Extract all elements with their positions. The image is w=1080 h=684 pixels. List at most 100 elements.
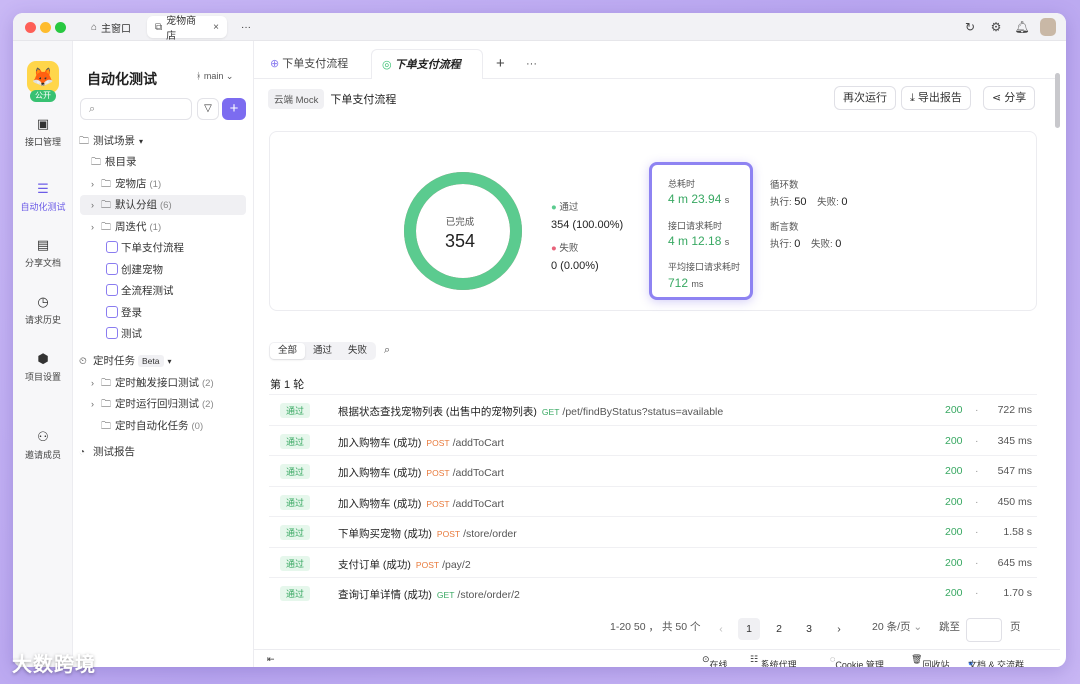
tree-task[interactable]: › 🗀 定时触发接口测试 (2)	[91, 373, 259, 393]
tree-folder[interactable]: › 🗀 默认分组 (6)	[80, 195, 246, 215]
window-tab-home[interactable]: ⌂ 主窗口	[83, 16, 139, 38]
request-path: /pay/2	[442, 558, 471, 571]
method-tag: GET	[541, 407, 560, 417]
status-badge: 通过	[280, 403, 311, 418]
tab-scenario[interactable]: ⊕ 下单支付流程	[260, 49, 358, 79]
beta-badge: Beta	[138, 355, 164, 367]
env-badge[interactable]: 云端 Mock	[268, 89, 325, 109]
search-input[interactable]: ⌕	[80, 98, 192, 120]
caret-down-icon: ▾	[139, 137, 144, 146]
close-window-button[interactable]	[25, 22, 36, 33]
folder-icon: 🗀	[101, 421, 111, 432]
filter-pass[interactable]: 通过	[305, 343, 340, 359]
filter-button[interactable]: ▽	[197, 98, 219, 120]
per-page-select[interactable]: 20 条/页 ⌄	[872, 619, 922, 634]
maximize-window-button[interactable]	[55, 22, 66, 33]
project-logo-icon[interactable]: 🦊	[27, 61, 59, 93]
settings-icon: ⬢	[37, 351, 49, 366]
tree-scenario[interactable]: 登录	[106, 303, 274, 323]
page-button[interactable]: 3	[798, 618, 820, 640]
scenario-icon	[106, 306, 118, 319]
tree-section-schedules[interactable]: ⏲︎ 定时任务 Beta ▾	[79, 351, 247, 371]
request-path: /addToCart	[452, 497, 504, 510]
result-row[interactable]: 通过 加入购物车 (成功) POST/addToCart 200 · 345 ms	[269, 424, 1037, 455]
fail-legend: ● 失败 0 (0.00%)	[551, 243, 599, 272]
tree-scenario[interactable]: 测试	[106, 324, 274, 344]
add-button[interactable]: +	[222, 98, 246, 120]
nav-history[interactable]: ◷ 请求历史	[13, 294, 73, 326]
collapse-sidebar-icon[interactable]: ⇤	[267, 654, 275, 665]
new-tab-button[interactable]: +	[486, 49, 515, 79]
nav-api-management[interactable]: ▣ 接口管理	[13, 116, 73, 148]
tree-scenario[interactable]: 下单支付流程	[106, 238, 274, 258]
online-status[interactable]: ⊙ 在线	[702, 654, 728, 667]
prev-page-button[interactable]: ‹	[710, 618, 732, 640]
method-tag: POST	[426, 498, 450, 509]
folder-icon: 🗀	[101, 399, 111, 410]
share-button[interactable]: ⋖ 分享	[983, 86, 1036, 110]
folder-icon: 🗀	[79, 136, 89, 147]
search-icon[interactable]: ⌕	[384, 344, 390, 357]
branch-icon: ᚼ	[196, 71, 204, 81]
result-row[interactable]: 通过 查询订单详情 (成功) GET/store/order/2 200 · 1.70 s	[269, 577, 1037, 607]
request-name: 查询订单详情 (成功) GET/store/order/2	[338, 589, 520, 601]
proxy-select[interactable]: ☷ 系统代理 ⌄	[750, 654, 797, 667]
avatar[interactable]	[1040, 18, 1056, 36]
result-filter: 全部 通过 失败	[269, 342, 377, 360]
branch-selector[interactable]: ᚼ main ⌄	[196, 71, 233, 82]
tree-folder[interactable]: › 🗀 宠物店 (1)	[91, 174, 259, 194]
tab-report-active[interactable]: ◎ 下单支付流程	[371, 49, 483, 79]
rerun-button[interactable]: 再次运行	[834, 86, 896, 110]
result-row[interactable]: 通过 根据状态查找宠物列表 (出售中的宠物列表) GET/pet/findBySta…	[269, 394, 1037, 424]
tree-task[interactable]: › 🗀 定时运行回归测试 (2)	[91, 394, 259, 414]
page-button[interactable]: 2	[768, 618, 790, 640]
tree-folder[interactable]: › 🗀 周迭代 (1)	[91, 217, 259, 237]
tree-root[interactable]: 🗀 根目录	[91, 152, 259, 172]
clock-icon: ◷	[37, 294, 49, 309]
result-row[interactable]: 通过 加入购物车 (成功) POST/addToCart 200 · 547 ms	[269, 455, 1037, 485]
report-icon: ◎	[382, 59, 392, 71]
response-time: 345 ms	[997, 434, 1032, 447]
done-value: 354	[444, 231, 476, 251]
home-icon: ⌂	[91, 21, 98, 33]
separator-dot: ·	[975, 495, 979, 508]
nav-share-docs[interactable]: ▤ 分享文档	[13, 237, 73, 269]
tree-section-reports[interactable]: ◔ 测试报告	[79, 442, 247, 462]
scrollbar[interactable]	[1055, 73, 1060, 128]
result-row[interactable]: 通过 下单购买宠物 (成功) POST/store/order 200 · 1.58 s	[269, 516, 1037, 546]
request-name: 支付订单 (成功) POST/pay/2	[338, 558, 471, 571]
alarm-icon: ⏲︎	[79, 356, 87, 367]
avg-time-value: 712 ms	[668, 276, 704, 290]
cookie-manager[interactable]: ◌ Cookie 管理	[830, 654, 884, 667]
trash-button[interactable]: 🗑︎ 回收站	[911, 654, 949, 667]
next-page-button[interactable]: ›	[828, 618, 850, 640]
nav-invite[interactable]: ⚇ 邀请成员	[13, 429, 73, 461]
jump-page-input[interactable]	[966, 618, 1002, 642]
round-label: 第 1 轮	[270, 379, 305, 391]
refresh-icon[interactable]: ↻	[962, 20, 978, 34]
window-tab-petstore[interactable]: ⧉ 宠物商店 ×	[147, 16, 227, 42]
export-report-button[interactable]: ⤓ 导出报告	[901, 86, 971, 110]
tree-scenario[interactable]: 创建宠物	[106, 260, 274, 280]
status-badge: 通过	[280, 525, 311, 540]
tree-scenario[interactable]: 全流程测试	[106, 281, 274, 301]
result-row[interactable]: 通过 加入购物车 (成功) POST/addToCart 200 · 450 ms	[269, 485, 1037, 516]
result-row[interactable]: 通过 支付订单 (成功) POST/pay/2 200 · 645 ms	[269, 546, 1037, 577]
gear-icon[interactable]: ⚙	[988, 20, 1004, 34]
status-code: 200	[945, 587, 963, 599]
nav-automation[interactable]: ☰ 自动化测试	[13, 181, 73, 213]
close-tab-icon[interactable]: ×	[213, 22, 219, 33]
nav-settings[interactable]: ⬢ 项目设置	[13, 351, 73, 383]
separator-dot: ·	[975, 404, 979, 416]
tree-section-scenarios[interactable]: 🗀 测试场景 ▾	[79, 131, 247, 151]
done-label: 已完成	[445, 217, 475, 228]
tree-task[interactable]: 🗀 定时自动化任务 (0)	[101, 416, 269, 436]
page-button[interactable]: 1	[738, 618, 760, 640]
bell-icon[interactable]: 🔔︎	[1014, 20, 1030, 34]
more-icon[interactable]: ···	[516, 49, 547, 79]
minimize-window-button[interactable]	[40, 22, 51, 33]
filter-all[interactable]: 全部	[270, 343, 306, 359]
more-tabs-icon[interactable]: ···	[233, 16, 259, 38]
filter-fail[interactable]: 失败	[340, 343, 375, 359]
timing-highlight-box: 总耗时 4 m 23.94 s 接口请求耗时 4 m 12.18 s 平均接口请…	[649, 162, 753, 300]
